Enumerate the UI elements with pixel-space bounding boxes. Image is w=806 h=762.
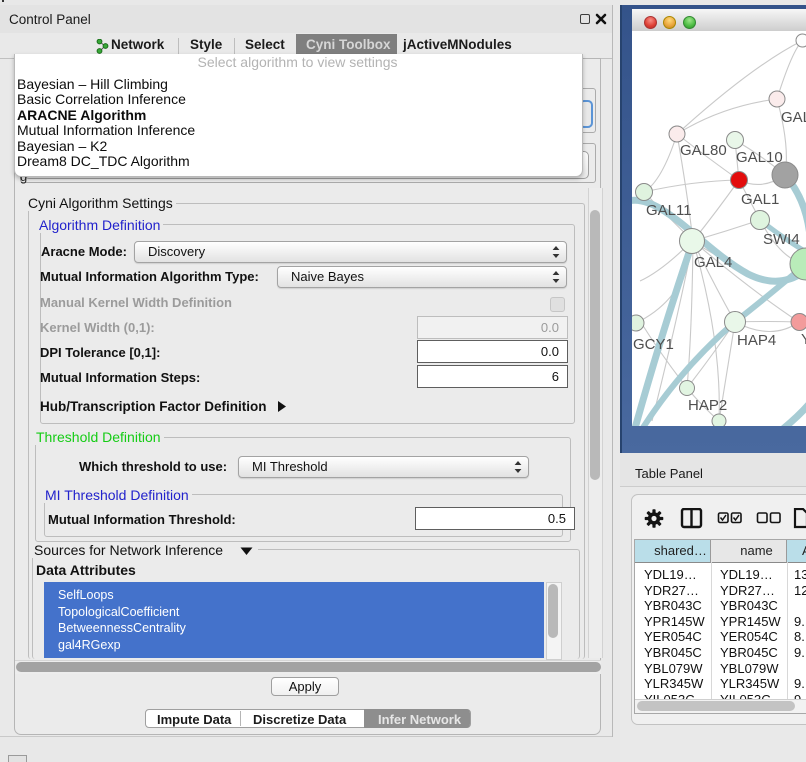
svg-text:HAP4: HAP4 — [737, 332, 776, 349]
svg-text:Y: Y — [801, 331, 806, 348]
svg-text:GAL4: GAL4 — [694, 254, 732, 271]
svg-text:HAP2: HAP2 — [688, 397, 727, 414]
svg-text:GCY1: GCY1 — [633, 336, 674, 353]
svg-text:GAL1: GAL1 — [741, 191, 779, 208]
svg-text:GAL11: GAL11 — [646, 202, 692, 219]
svg-text:GAL10: GAL10 — [736, 149, 783, 166]
svg-text:SWI4: SWI4 — [763, 231, 800, 248]
svg-text:GAL: GAL — [781, 109, 806, 126]
svg-text:GAL80: GAL80 — [680, 142, 727, 159]
